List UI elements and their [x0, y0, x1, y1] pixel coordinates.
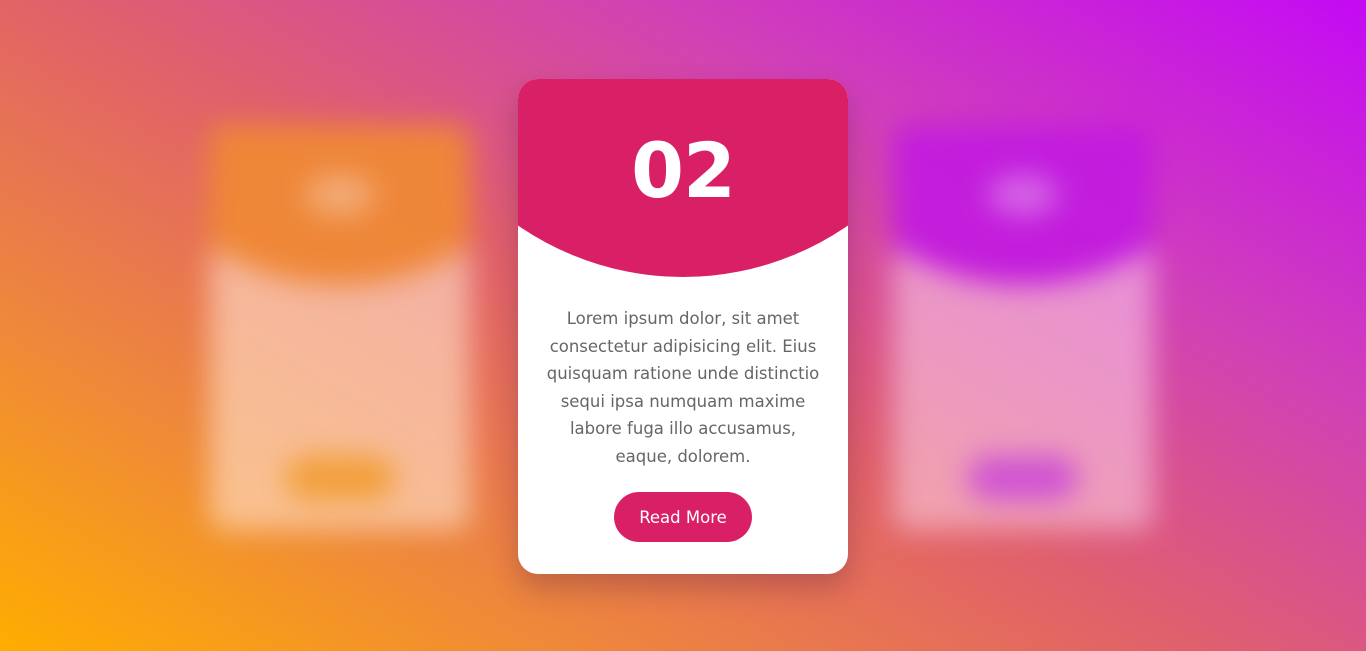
card-center: 02 Lorem ipsum dolor, sit amet consectet… — [518, 79, 848, 574]
card-description: Lorem ipsum dolor, sit amet consectetur … — [546, 309, 820, 466]
card-number: 02 — [631, 126, 736, 215]
card-left-read-more-button[interactable] — [285, 456, 395, 500]
card-left-number-blurred — [305, 175, 375, 215]
read-more-button[interactable]: Read More — [614, 492, 752, 542]
card-right-read-more-button[interactable] — [968, 456, 1078, 500]
card-left-blurred[interactable] — [210, 125, 470, 530]
card-right-blurred[interactable] — [893, 125, 1153, 530]
card-right-number-blurred — [988, 175, 1058, 215]
